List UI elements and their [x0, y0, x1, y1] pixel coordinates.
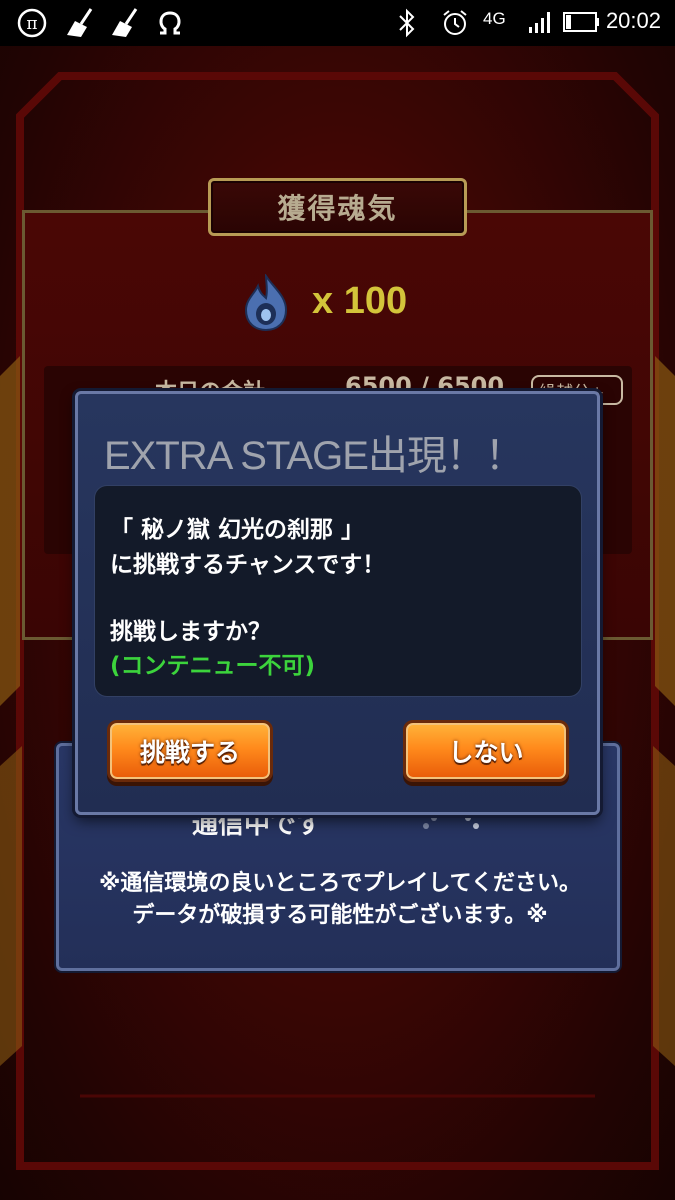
challenge-button[interactable]: 挑戦する	[107, 720, 273, 782]
signal-icon	[529, 12, 550, 33]
battery-icon	[563, 12, 599, 32]
result-title: 獲得魂気	[277, 192, 398, 225]
broom-icon	[112, 8, 138, 37]
soul-count: x 100	[312, 280, 408, 322]
svg-text:π: π	[26, 14, 37, 34]
decline-button[interactable]: しない	[403, 720, 569, 782]
soul-flame-icon	[244, 274, 288, 332]
alarm-icon	[443, 10, 467, 35]
result-title-plate: 獲得魂気	[208, 178, 467, 236]
network-type: 4G	[483, 9, 506, 28]
dialog-stage-name: 「 秘ノ獄 幻光の刹那 」	[110, 517, 365, 543]
pi-icon: π	[17, 8, 47, 38]
bluetooth-icon	[399, 8, 415, 38]
connection-note: ※通信環境の良いところでプレイしてください。 データが破損する可能性がございます…	[70, 868, 610, 932]
dialog-message-line: に挑戦するチャンスです！	[110, 552, 386, 578]
omega-icon	[159, 11, 181, 35]
dialog-question: 挑戦しますか？	[110, 619, 271, 645]
connection-note-line2: データが破損する可能性がございます。※	[132, 903, 548, 928]
connection-note-line1: ※通信環境の良いところでプレイしてください。	[98, 871, 582, 896]
status-bar: π 4G 20:02	[0, 0, 675, 46]
broom-icon	[67, 8, 93, 37]
dialog-title: EXTRA STAGE出現！！	[104, 434, 525, 478]
clock: 20:02	[605, 8, 661, 33]
dialog-no-continue-note: (コンテニュー不可)	[110, 653, 316, 679]
